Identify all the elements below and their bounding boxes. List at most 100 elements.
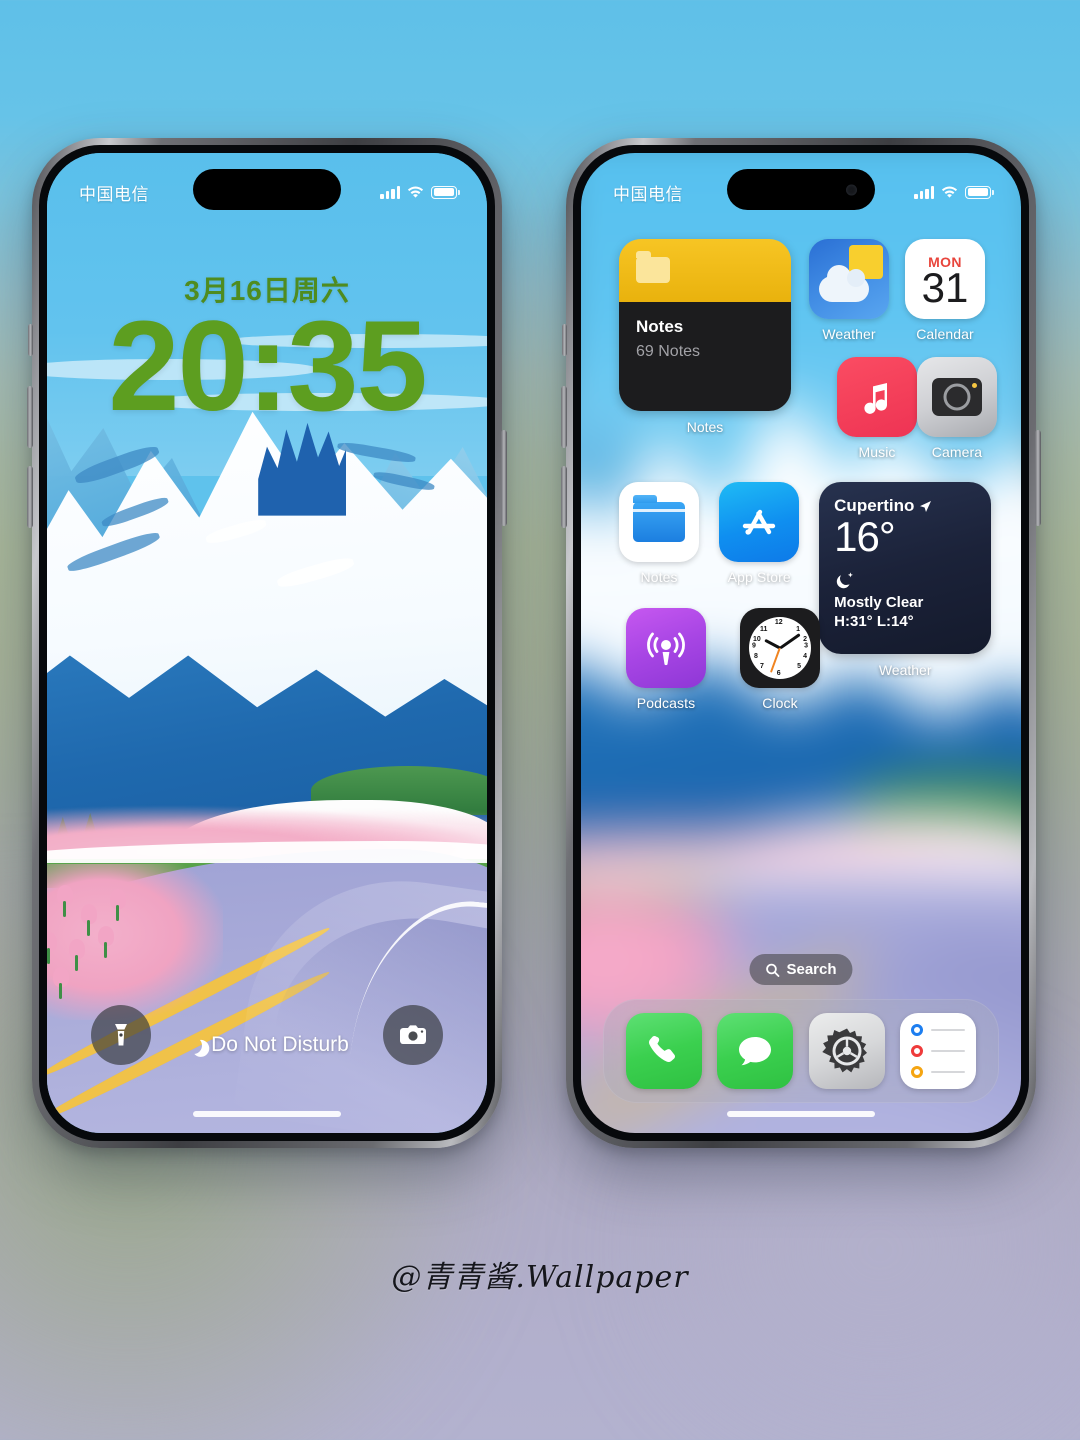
volume-down-button[interactable] (27, 466, 33, 528)
calendar-icon: MON 31 (905, 239, 985, 319)
home-indicator[interactable] (193, 1111, 341, 1117)
volume-up-button[interactable] (561, 386, 567, 448)
dynamic-island (193, 169, 341, 210)
app-label: Camera (931, 444, 983, 460)
front-camera-icon (846, 184, 857, 195)
reminder-row (911, 1045, 966, 1057)
power-button[interactable] (1035, 430, 1041, 526)
reminder-line (931, 1028, 966, 1032)
weather-widget-condition: Mostly Clear (834, 594, 924, 612)
tulip (47, 897, 49, 918)
cloud-shape (819, 265, 869, 302)
podcasts-icon (626, 608, 706, 688)
app-label: Calendar (916, 326, 974, 342)
reminder-line (931, 1049, 966, 1053)
lock-screen[interactable]: 中国电信 3月16日周六 20:35 Do Not Disturb (47, 153, 487, 1133)
phone-bezel: 中国电信 3月16日周六 20:35 Do Not Disturb (39, 145, 495, 1141)
reminder-row (911, 1024, 966, 1036)
wifi-icon (941, 186, 958, 199)
weather-widget-high-low: H:31° L:14° (834, 613, 914, 631)
home-screen[interactable]: 中国电信 Notes 69 Notes Notes Weather MON 31… (581, 153, 1021, 1133)
focus-status: Do Not Disturb (47, 1033, 487, 1057)
carrier-label: 中国电信 (613, 184, 683, 204)
battery-icon (431, 185, 460, 199)
files-folder-icon (619, 482, 700, 562)
carrier-label: 中国电信 (79, 184, 149, 204)
notes-widget-header (619, 239, 791, 302)
app-label: Podcasts (636, 695, 696, 711)
tulip (52, 966, 69, 999)
location-arrow-icon (920, 500, 932, 512)
moon-stars-icon (834, 571, 976, 591)
app-camera[interactable]: Camera (917, 357, 997, 460)
tulip (97, 926, 114, 959)
dock (603, 999, 999, 1103)
reminder-row (911, 1066, 966, 1078)
status-icons (914, 185, 994, 199)
moon-icon (183, 1034, 204, 1055)
tulip (81, 904, 98, 937)
home-indicator[interactable] (727, 1111, 875, 1117)
watermark: @青青酱.Wallpaper (391, 1260, 689, 1295)
grid-row: Music Camera (837, 357, 997, 460)
notes-widget[interactable]: Notes 69 Notes Notes (609, 239, 801, 435)
music-note-icon (837, 357, 917, 437)
dock-app-reminders[interactable] (900, 1013, 977, 1089)
volume-down-button[interactable] (561, 466, 567, 528)
app-grid: Notes 69 Notes Notes Weather MON 31 Cale… (609, 239, 997, 725)
camera-icon (917, 357, 997, 437)
clock-minute-hand (779, 633, 801, 650)
mute-switch[interactable] (28, 324, 33, 356)
weather-icon (809, 239, 889, 319)
dock-app-messages[interactable] (717, 1013, 794, 1089)
mute-switch[interactable] (562, 324, 567, 356)
battery-icon (965, 185, 994, 199)
notes-widget-count: 69 Notes (636, 343, 701, 360)
clock-face: 12 3 6 9 1 2 5 4 11 10 7 8 (749, 617, 811, 679)
folder-icon (636, 251, 670, 283)
folder-shape (633, 495, 686, 542)
calendar-day: 31 (921, 264, 969, 312)
status-icons (380, 185, 460, 199)
weather-widget-label: Weather (878, 662, 932, 678)
weather-widget-temperature: 16° (834, 513, 896, 560)
cellular-bars-icon (380, 185, 400, 199)
magnifier-icon (766, 963, 780, 977)
app-label: Music (858, 444, 896, 460)
reminder-dot-red (911, 1045, 924, 1057)
clock-icon: 12 3 6 9 1 2 5 4 11 10 7 8 (740, 608, 820, 688)
reminder-dot-blue (911, 1024, 924, 1036)
power-button[interactable] (501, 430, 507, 526)
focus-label: Do Not Disturb (211, 1033, 349, 1056)
reminder-line (931, 1070, 966, 1074)
app-podcasts[interactable]: Podcasts (609, 608, 723, 711)
message-bubble-icon (739, 1037, 772, 1066)
search-button[interactable]: Search (749, 954, 853, 985)
search-label: Search (786, 961, 837, 978)
dock-app-phone[interactable] (625, 1013, 702, 1089)
notes-widget-title: Notes (636, 317, 684, 336)
phone-lock-screen: 中国电信 3月16日周六 20:35 Do Not Disturb (27, 138, 507, 1148)
phone-bezel: 中国电信 Notes 69 Notes Notes Weather MON 31… (573, 145, 1029, 1141)
lock-time: 20:35 (108, 295, 427, 438)
phone-handset-icon (648, 1035, 675, 1063)
camera-body-shape (932, 378, 982, 416)
wifi-icon (407, 186, 424, 199)
volume-up-button[interactable] (27, 386, 33, 448)
app-label: App Store (727, 569, 791, 585)
dock-app-settings[interactable] (808, 1013, 885, 1089)
notes-widget-body: Notes 69 Notes (619, 302, 791, 411)
tulip (57, 885, 74, 918)
app-label: Clock (762, 695, 798, 711)
app-store-icon (719, 482, 800, 562)
gear-icon (822, 1028, 867, 1073)
tulip (109, 888, 126, 921)
phone-home-screen: 中国电信 Notes 69 Notes Notes Weather MON 31… (561, 138, 1041, 1148)
clock-second-hand (770, 647, 781, 673)
weather-widget[interactable]: Cupertino 16° Mostly Clear H:31° L:14° W… (817, 482, 993, 678)
app-music[interactable]: Music (837, 357, 917, 460)
home-content: Notes 69 Notes Notes Weather MON 31 Cale… (581, 153, 1021, 1133)
notes-widget-label: Notes (686, 419, 724, 435)
dynamic-island (727, 169, 875, 210)
app-clock[interactable]: 12 3 6 9 1 2 5 4 11 10 7 8 Clock (723, 608, 837, 711)
